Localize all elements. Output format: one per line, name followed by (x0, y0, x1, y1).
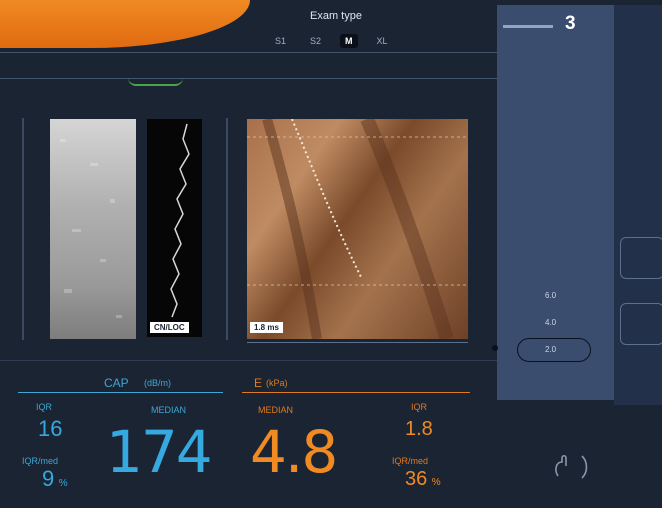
cap-underline (18, 392, 223, 393)
side-panel (614, 5, 662, 405)
e-iqr-label: IQR (411, 402, 428, 412)
mmode-image (147, 119, 202, 337)
elastography-label: 1.8 ms (250, 322, 283, 333)
scale-option-4[interactable]: 4.0 (545, 318, 556, 327)
mmode-label: CN/LOC (150, 322, 189, 333)
cap-median-label: MEDIAN (151, 405, 187, 415)
level-value: 3 (565, 13, 576, 34)
bmode-texture (60, 139, 122, 318)
scale-option-2[interactable]: 2.0 (545, 345, 556, 354)
side-panel-control-1[interactable] (620, 237, 662, 279)
header-divider (0, 52, 497, 53)
e-iqrmed: 36 % (405, 468, 441, 491)
depth-indicator (128, 78, 183, 86)
right-panel: 3 6.0 4.0 2.0 (492, 5, 614, 400)
scale-marker-icon (492, 345, 498, 351)
e-iqrmed-label: IQR/med (392, 456, 429, 466)
bmode-axis (22, 118, 24, 340)
e-underline (242, 392, 470, 393)
cap-iqrmed-label: IQR/med (22, 456, 59, 466)
cap-unit: (dB/m) (144, 378, 171, 388)
probe-type-title: Exam type (310, 10, 362, 22)
hand-icon-glyph (555, 454, 588, 479)
probe-option-s1[interactable]: S1 (270, 34, 291, 48)
metrics-divider (0, 360, 497, 361)
e-title: E (254, 376, 263, 390)
cap-title: CAP (104, 376, 129, 390)
cap-iqrmed: 9 % (42, 466, 68, 492)
level-bar (503, 25, 553, 28)
e-median-label: MEDIAN (258, 405, 294, 415)
elasto-time-axis (247, 342, 468, 343)
cap-iqr-label: IQR (36, 402, 53, 412)
cap-iqrmed-unit: % (58, 478, 68, 489)
elasto-axis (226, 118, 228, 340)
probe-option-xl[interactable]: XL (372, 34, 393, 48)
cap-iqr-value: 16 (38, 416, 63, 441)
e-unit: (kPa) (266, 378, 288, 388)
elastography-image (247, 119, 468, 339)
probe-type-selector: S1 S2 M XL (270, 34, 393, 48)
elastography-wave (247, 119, 468, 339)
hand-icon[interactable] (550, 452, 590, 482)
e-iqrmed-value: 36 (405, 468, 428, 490)
probe-option-m[interactable]: M (340, 34, 358, 48)
brand-banner (0, 0, 250, 48)
bmode-image (50, 119, 136, 339)
probe-option-s2[interactable]: S2 (305, 34, 326, 48)
cap-iqrmed-value: 9 (42, 466, 55, 491)
cap-median-value: 174 (106, 418, 213, 486)
mmode-trace (170, 123, 190, 318)
side-panel-control-2[interactable] (620, 303, 662, 345)
e-iqr-value: 1.8 (405, 418, 433, 440)
toolbar-divider (0, 78, 497, 79)
scale-option-6[interactable]: 6.0 (545, 291, 556, 300)
e-iqrmed-unit: % (431, 477, 441, 488)
e-median-value: 4.8 (250, 418, 338, 486)
